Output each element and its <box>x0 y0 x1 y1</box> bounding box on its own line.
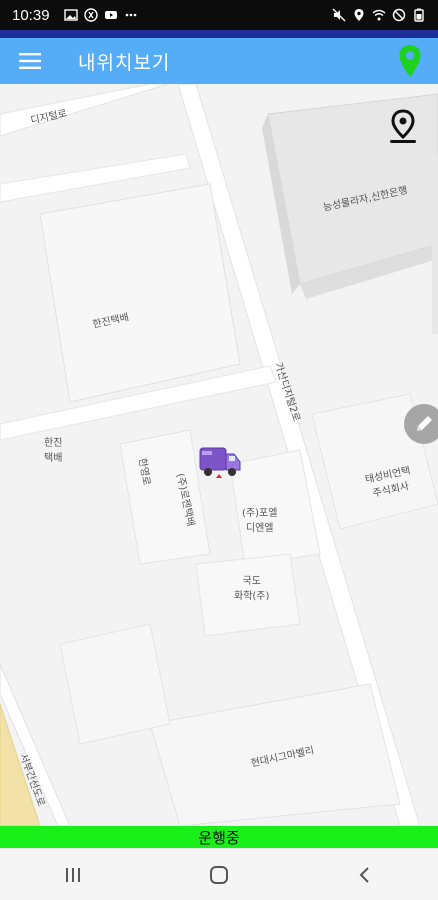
dnd-icon <box>392 8 406 22</box>
truck-marker-icon[interactable] <box>198 446 242 482</box>
home-icon <box>210 865 228 884</box>
menu-button[interactable] <box>0 38 60 84</box>
app-icon <box>83 8 98 22</box>
wifi-icon <box>372 9 386 21</box>
home-button[interactable] <box>189 853 249 897</box>
pencil-icon <box>417 416 432 431</box>
mute-icon <box>332 8 346 22</box>
map-pin-icon <box>399 45 421 77</box>
recent-apps-icon <box>66 867 80 882</box>
map-label-hanjin-small: 한진 택배 <box>44 438 63 464</box>
map-label-poel: (주)포엘 디엔엘 <box>242 508 278 534</box>
more-icon <box>125 13 136 17</box>
hamburger-menu-icon <box>19 53 41 69</box>
status-right <box>332 8 426 22</box>
youtube-icon <box>104 11 117 19</box>
map-label-gukdo: 국도 화학(주) <box>234 576 270 602</box>
back-icon <box>359 866 369 883</box>
status-bar-strip <box>0 30 438 38</box>
gallery-icon <box>63 9 78 21</box>
status-left: 10:39 <box>12 7 138 24</box>
page-title: 내위치보기 <box>78 51 171 74</box>
location-icon <box>354 9 364 21</box>
driving-status-banner: 운행중 <box>0 826 438 848</box>
recent-apps-button[interactable] <box>43 853 103 897</box>
battery-icon <box>414 8 424 22</box>
system-nav-bar <box>0 848 438 900</box>
back-button[interactable] <box>335 853 395 897</box>
locate-me-button[interactable] <box>382 106 424 148</box>
edit-button[interactable] <box>404 404 438 444</box>
app-bar: 내위치보기 <box>0 38 438 84</box>
location-pin-icon <box>390 109 416 143</box>
driving-status-text: 운행중 <box>198 828 240 847</box>
status-bar: 10:39 <box>0 0 438 30</box>
screen: 10:39 내위치보기 디지털로 한진택배 가산디지털2로 한진 택배 (주)로… <box>0 0 438 900</box>
status-time: 10:39 <box>12 6 50 24</box>
map-view[interactable]: 디지털로 한진택배 가산디지털2로 한진 택배 (주)로젠택배 (주)포엘 디엔… <box>0 84 438 826</box>
my-location-button[interactable] <box>382 38 438 84</box>
